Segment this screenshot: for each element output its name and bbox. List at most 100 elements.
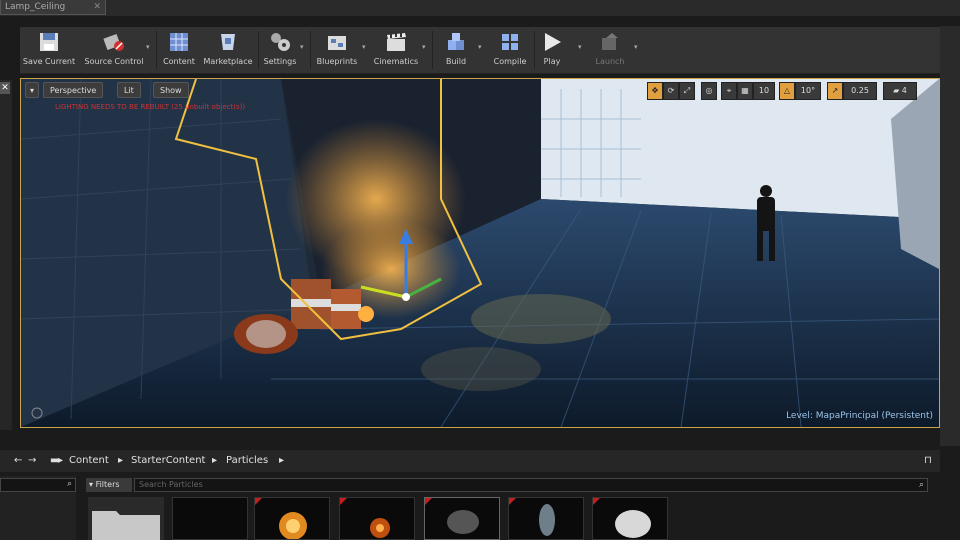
show-button[interactable]: Show	[153, 82, 189, 98]
chevron-right-icon: ▸	[58, 455, 64, 466]
chevron-down-icon[interactable]: ▾	[478, 43, 486, 51]
main-toolbar: Save Current Source Control ▾ Content Ma…	[20, 27, 940, 74]
launch-label: Launch	[595, 57, 625, 66]
asset-folder-thumb[interactable]	[88, 497, 164, 540]
cinematics-button[interactable]: Cinematics	[372, 27, 420, 73]
play-icon	[545, 33, 561, 51]
chevron-down-icon[interactable]: ▾	[578, 43, 586, 51]
surface-snap-icon: ⌖	[726, 86, 732, 95]
asset-thumb[interactable]	[339, 497, 415, 540]
blueprints-label: Blueprints	[316, 57, 358, 66]
content-button[interactable]: Content	[160, 27, 198, 73]
divider	[310, 31, 311, 69]
asset-thumb[interactable]	[172, 497, 248, 540]
settings-label: Settings	[263, 57, 297, 66]
close-icon[interactable]: ✕	[93, 0, 101, 14]
move-icon: ✥	[651, 86, 659, 95]
settings-button[interactable]: Settings	[260, 27, 300, 73]
steam-particle-icon	[615, 510, 651, 538]
folder-icon	[92, 511, 160, 540]
chevron-down-icon: ▾	[29, 86, 34, 95]
breadcrumb-starter-content[interactable]: StarterContent	[131, 455, 205, 466]
breadcrumb-content[interactable]: Content	[69, 455, 109, 466]
divider	[432, 31, 433, 69]
angle-icon: △	[783, 86, 791, 95]
level-viewport[interactable]: ▾ Perspective Lit Show LIGHTING NEEDS TO…	[20, 78, 940, 428]
chevron-down-icon[interactable]: ▾	[634, 43, 642, 51]
asset-thumb[interactable]	[592, 497, 668, 540]
blueprints-icon	[328, 36, 346, 50]
launch-icon	[602, 33, 618, 50]
chevron-right-icon: ▸	[212, 455, 218, 466]
rotation-snap-toggle[interactable]: △	[779, 82, 795, 100]
view-mode-button[interactable]: Lit	[117, 82, 141, 98]
forward-arrow-icon[interactable]: →	[28, 455, 36, 466]
divider	[534, 31, 535, 69]
lock-icon[interactable]: ⊓	[924, 455, 932, 466]
blueprints-button[interactable]: Blueprints	[314, 27, 360, 73]
marketplace-button[interactable]: Marketplace	[202, 27, 254, 73]
rotation-snap-value[interactable]: 10°	[795, 82, 821, 100]
asset-search-input[interactable]: Search Particles ⌕	[134, 478, 928, 492]
filters-label: Filters	[95, 480, 120, 489]
cinematics-label: Cinematics	[373, 57, 419, 66]
source-control-button[interactable]: Source Control	[80, 27, 148, 73]
search-icon: ⌕	[918, 480, 924, 490]
level-tab[interactable]: Lamp_Ceiling ✕	[0, 0, 106, 15]
back-arrow-icon[interactable]: ←	[14, 455, 22, 466]
close-icon[interactable]: ✕	[0, 82, 10, 94]
level-label: Level:	[786, 411, 813, 421]
play-button[interactable]: Play	[536, 27, 568, 73]
save-current-button[interactable]: Save Current	[20, 27, 78, 73]
viewport-options-button[interactable]: ▾	[25, 82, 39, 98]
chevron-right-icon: ▸	[279, 455, 285, 466]
right-panel-strip	[940, 26, 960, 446]
search-icon: ⌕	[66, 479, 72, 489]
chevron-down-icon[interactable]: ▾	[146, 43, 154, 51]
compile-label: Compile	[493, 57, 527, 66]
grid-snap-value[interactable]: 10	[753, 82, 775, 100]
scale-mode-button[interactable]: ⤢	[679, 82, 695, 100]
compile-button[interactable]: Compile	[488, 27, 532, 73]
play-label: Play	[543, 57, 561, 66]
world-local-button[interactable]: ◎	[701, 82, 717, 100]
camera-icon: ▰	[893, 86, 902, 95]
left-panel-strip	[0, 80, 12, 430]
translate-mode-button[interactable]: ✥	[647, 82, 663, 100]
asset-thumb[interactable]	[254, 497, 330, 540]
lighting-error-text: LIGHTING NEEDS TO BE REBUILT (25 unbuilt…	[55, 103, 246, 111]
chevron-down-icon[interactable]: ▾	[422, 43, 430, 51]
camera-speed-text: 4	[901, 86, 907, 95]
rotation-snap-text: 10°	[800, 86, 816, 95]
compile-icon	[502, 34, 518, 50]
camera-speed-button[interactable]: ▰ 4	[883, 82, 917, 100]
settings-icon	[271, 33, 290, 51]
launch-button[interactable]: Launch	[590, 27, 630, 73]
explosion-particle-icon	[370, 518, 390, 538]
marketplace-icon	[221, 34, 235, 50]
breadcrumb-particles[interactable]: Particles	[226, 455, 268, 466]
chevron-down-icon[interactable]: ▾	[362, 43, 370, 51]
perspective-button[interactable]: Perspective	[43, 82, 104, 98]
marketplace-label: Marketplace	[203, 57, 253, 66]
scale-snap-value[interactable]: 0.25	[843, 82, 877, 100]
content-icon	[170, 33, 188, 51]
chevron-down-icon[interactable]: ▾	[300, 43, 308, 51]
sources-search-input[interactable]: ⌕	[0, 478, 76, 492]
unsaved-flag	[340, 498, 347, 505]
show-label: Show	[160, 86, 182, 95]
build-button[interactable]: Build	[436, 27, 476, 73]
grid-snap-toggle[interactable]: ▦	[737, 82, 753, 100]
scale-snap-icon: ↗	[831, 86, 839, 95]
asset-thumb[interactable]	[424, 497, 500, 540]
surface-snap-button[interactable]: ⌖	[721, 82, 737, 100]
level-indicator: Level: MapaPrincipal (Persistent)	[786, 411, 933, 421]
divider	[156, 31, 157, 69]
grid-snap-text: 10	[758, 86, 770, 95]
save-current-label: Save Current	[22, 57, 76, 66]
scale-snap-toggle[interactable]: ↗	[827, 82, 843, 100]
rotate-mode-button[interactable]: ⟳	[663, 82, 679, 100]
filters-button[interactable]: ▾ Filters	[86, 478, 132, 492]
asset-thumb[interactable]	[508, 497, 584, 540]
scene-render	[21, 79, 939, 427]
